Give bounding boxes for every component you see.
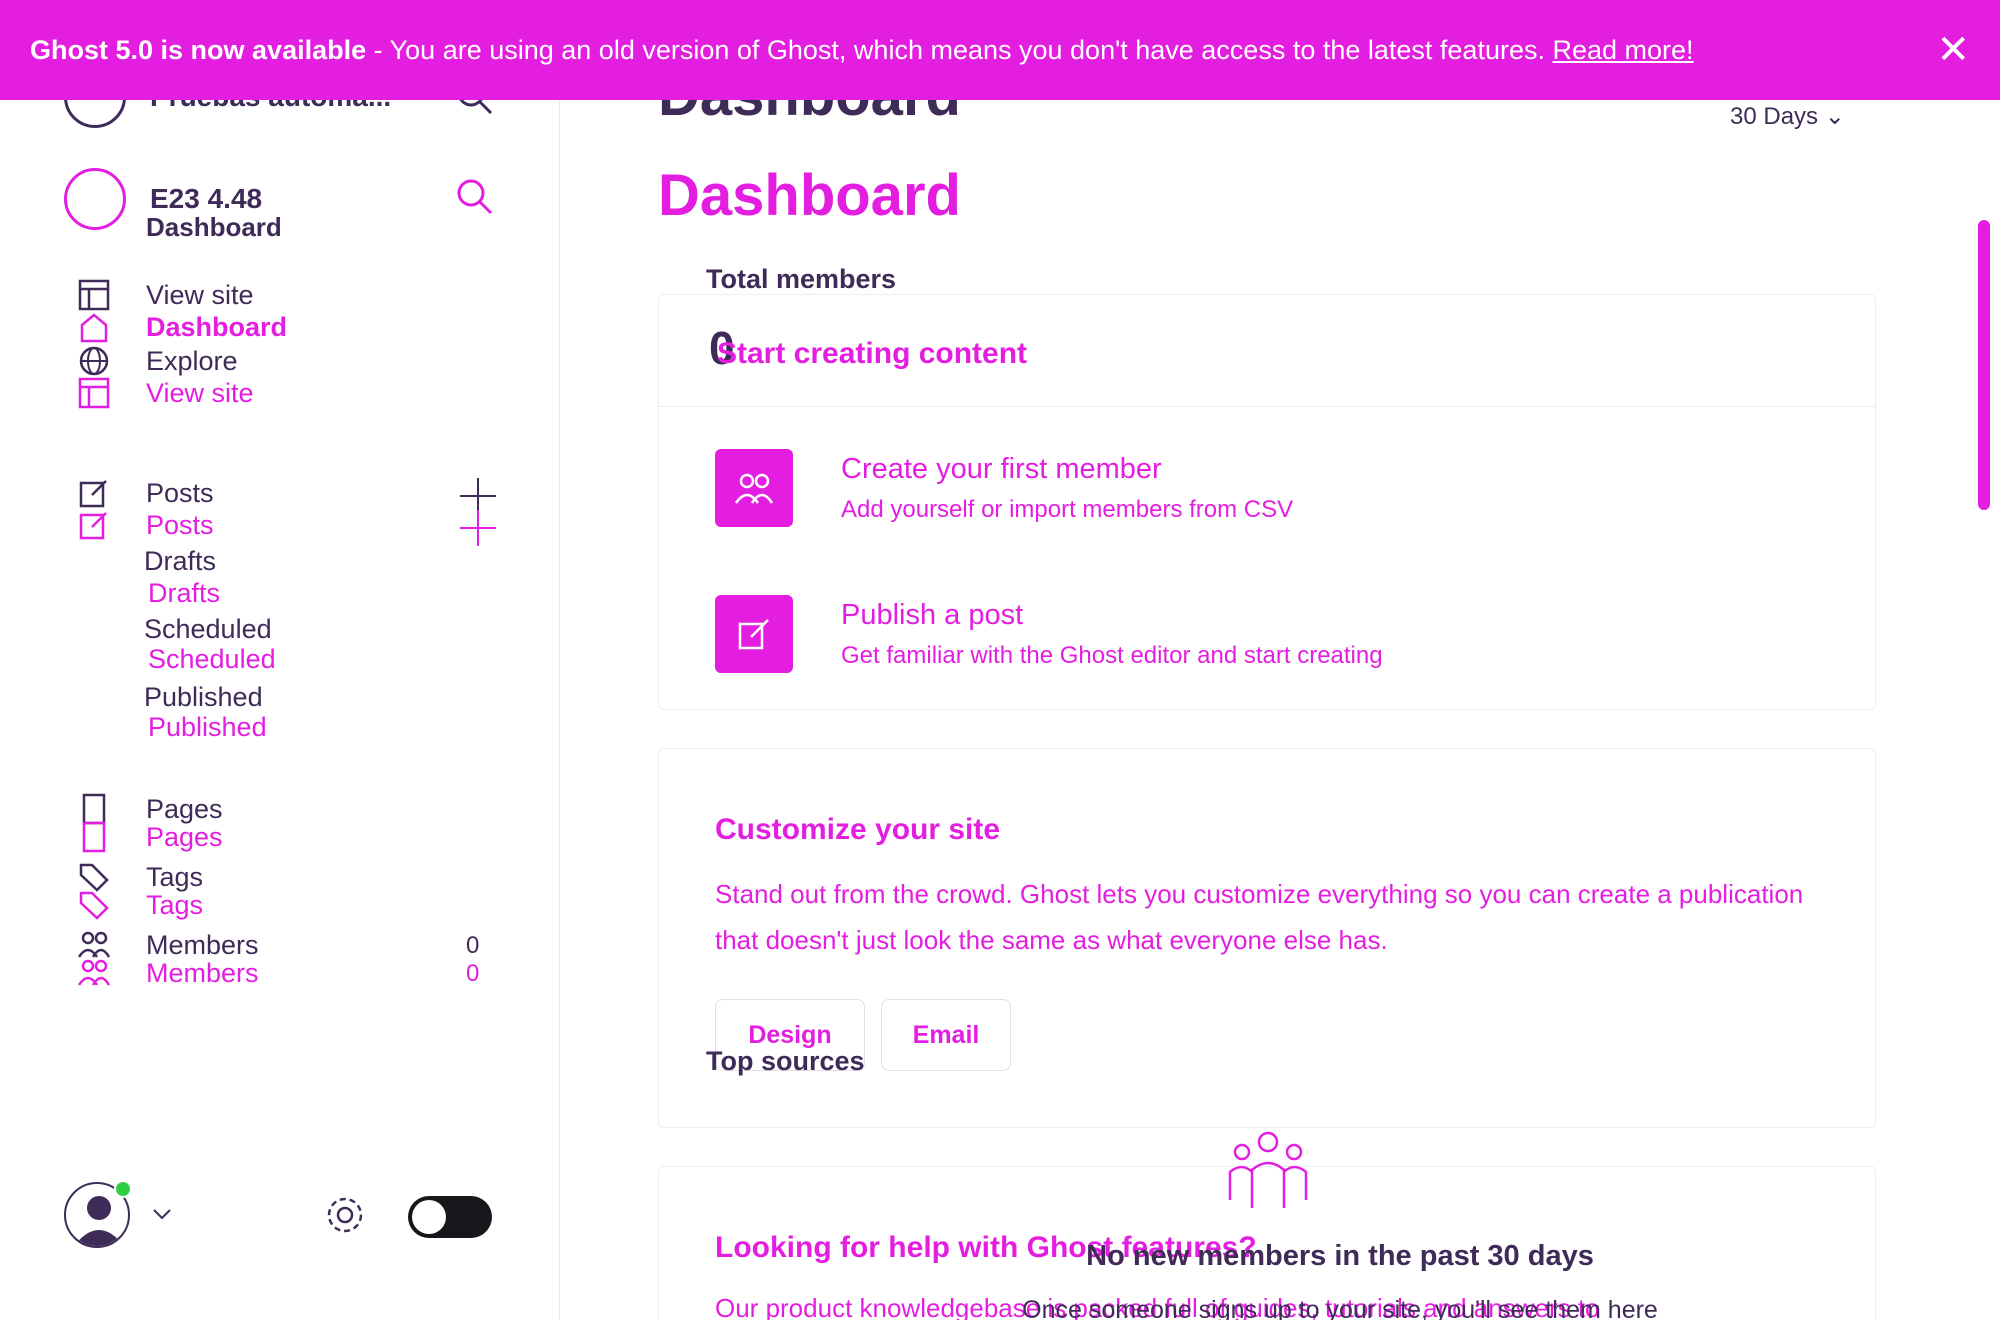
nav-tags-accent[interactable]: Tags [76,888,203,922]
nav-pages-accent[interactable]: Pages [76,820,223,854]
date-range-select[interactable]: 30 Days ⌄ [1730,102,1845,131]
banner-headline: Ghost 5.0 is now available [30,35,367,65]
card-header: 0 Start creating content [659,295,1875,407]
close-icon[interactable]: ✕ [1936,0,1970,100]
nav-label: Explore [146,345,238,376]
sidebar-footer [64,1180,504,1256]
email-button[interactable]: Email [881,999,1011,1071]
main-content: Dashboard 30 Days ⌄ Dashboard Total memb… [560,0,2000,1320]
empty-members-copy: Once someone signs up to your site, you'… [1022,1296,1658,1320]
chevron-down-icon: ⌄ [1824,103,1845,130]
sidebar: Pruebas automa... E23 4.48 Dashboard Vie… [0,0,560,1320]
total-members-label: Total members [706,264,897,294]
tag-icon [76,887,112,923]
page-title: Dashboard [658,163,961,228]
nav-label: Pages [146,821,223,852]
online-status-dot [114,1180,132,1198]
members-illustration-icon [1228,1131,1308,1208]
publish-post-desc: Get familiar with the Ghost editor and s… [841,641,1383,669]
nav-published[interactable]: Published [144,682,263,713]
nav-posts[interactable]: Posts [76,476,214,510]
home-icon [76,309,112,345]
nav-dashboard[interactable]: Dashboard [76,310,287,344]
site-subtitle: Dashboard [146,212,282,242]
browser-icon [76,375,112,411]
add-post-icon[interactable] [458,508,498,548]
members-icon [715,449,793,527]
nav-scheduled-accent[interactable]: Scheduled [148,644,276,675]
toggle-knob [412,1200,446,1234]
empty-members-title: No new members in the past 30 days [1086,1240,1594,1272]
edit-icon [76,507,112,543]
scrollbar-thumb[interactable] [1978,220,1990,510]
nav-members-accent[interactable]: Members [76,956,259,990]
chevron-down-icon[interactable] [150,1202,174,1226]
nav-label: Posts [146,477,214,508]
nav-published-accent[interactable]: Published [148,712,267,743]
site-version: E23 4.48 [150,183,263,214]
nav-label: Tags [146,889,204,920]
banner-message: - You are using an old version of Ghost,… [366,35,1553,65]
nav-posts-accent[interactable]: Posts [76,508,214,542]
nav-label: View site [146,279,254,310]
dark-mode-toggle[interactable] [408,1196,492,1238]
publish-post-item[interactable]: Publish a post Get familiar with the Gho… [715,595,1383,673]
nav-scheduled[interactable]: Scheduled [144,614,272,645]
date-range-label: 30 Days [1730,103,1819,130]
nav-label: View site [146,377,254,408]
nav-label: Dashboard [146,311,288,342]
nav-explore[interactable]: Explore [76,344,238,378]
banner-read-more-link[interactable]: Read more! [1552,35,1693,65]
create-member-desc: Add yourself or import members from CSV [841,495,1294,523]
members-count-badge: 0 [466,960,480,987]
update-banner: Ghost 5.0 is now available - You are usi… [0,0,2000,100]
page-icon [76,819,112,855]
nav-label: Members [146,957,259,988]
customize-title: Customize your site [715,813,1001,846]
edit-icon [715,595,793,673]
search-icon[interactable] [454,176,494,216]
create-member-item[interactable]: Create your first member Add yourself or… [715,449,1293,527]
browser-icon [76,277,112,313]
gear-icon[interactable] [324,1194,366,1236]
nav-label: Posts [146,509,214,540]
nav-view-site-accent[interactable]: View site [76,376,254,410]
nav-view-site[interactable]: View site [76,278,254,312]
start-creating-card: 0 Start creating content Create your fir… [658,294,1876,710]
create-member-title: Create your first member [841,452,1162,485]
nav-drafts[interactable]: Drafts [144,546,216,577]
globe-icon [76,343,112,379]
top-sources-label: Top sources [706,1046,865,1076]
site-logo-accent [64,168,126,230]
customize-body: Stand out from the crowd. Ghost lets you… [715,879,1804,955]
edit-icon [76,475,112,511]
members-count-badge: 0 [466,932,480,959]
publish-post-title: Publish a post [841,598,1024,631]
scrollbar[interactable] [1976,100,1992,1320]
card-title: Start creating content [717,337,1028,370]
nav-drafts-accent[interactable]: Drafts [148,578,220,609]
members-icon [76,955,112,991]
